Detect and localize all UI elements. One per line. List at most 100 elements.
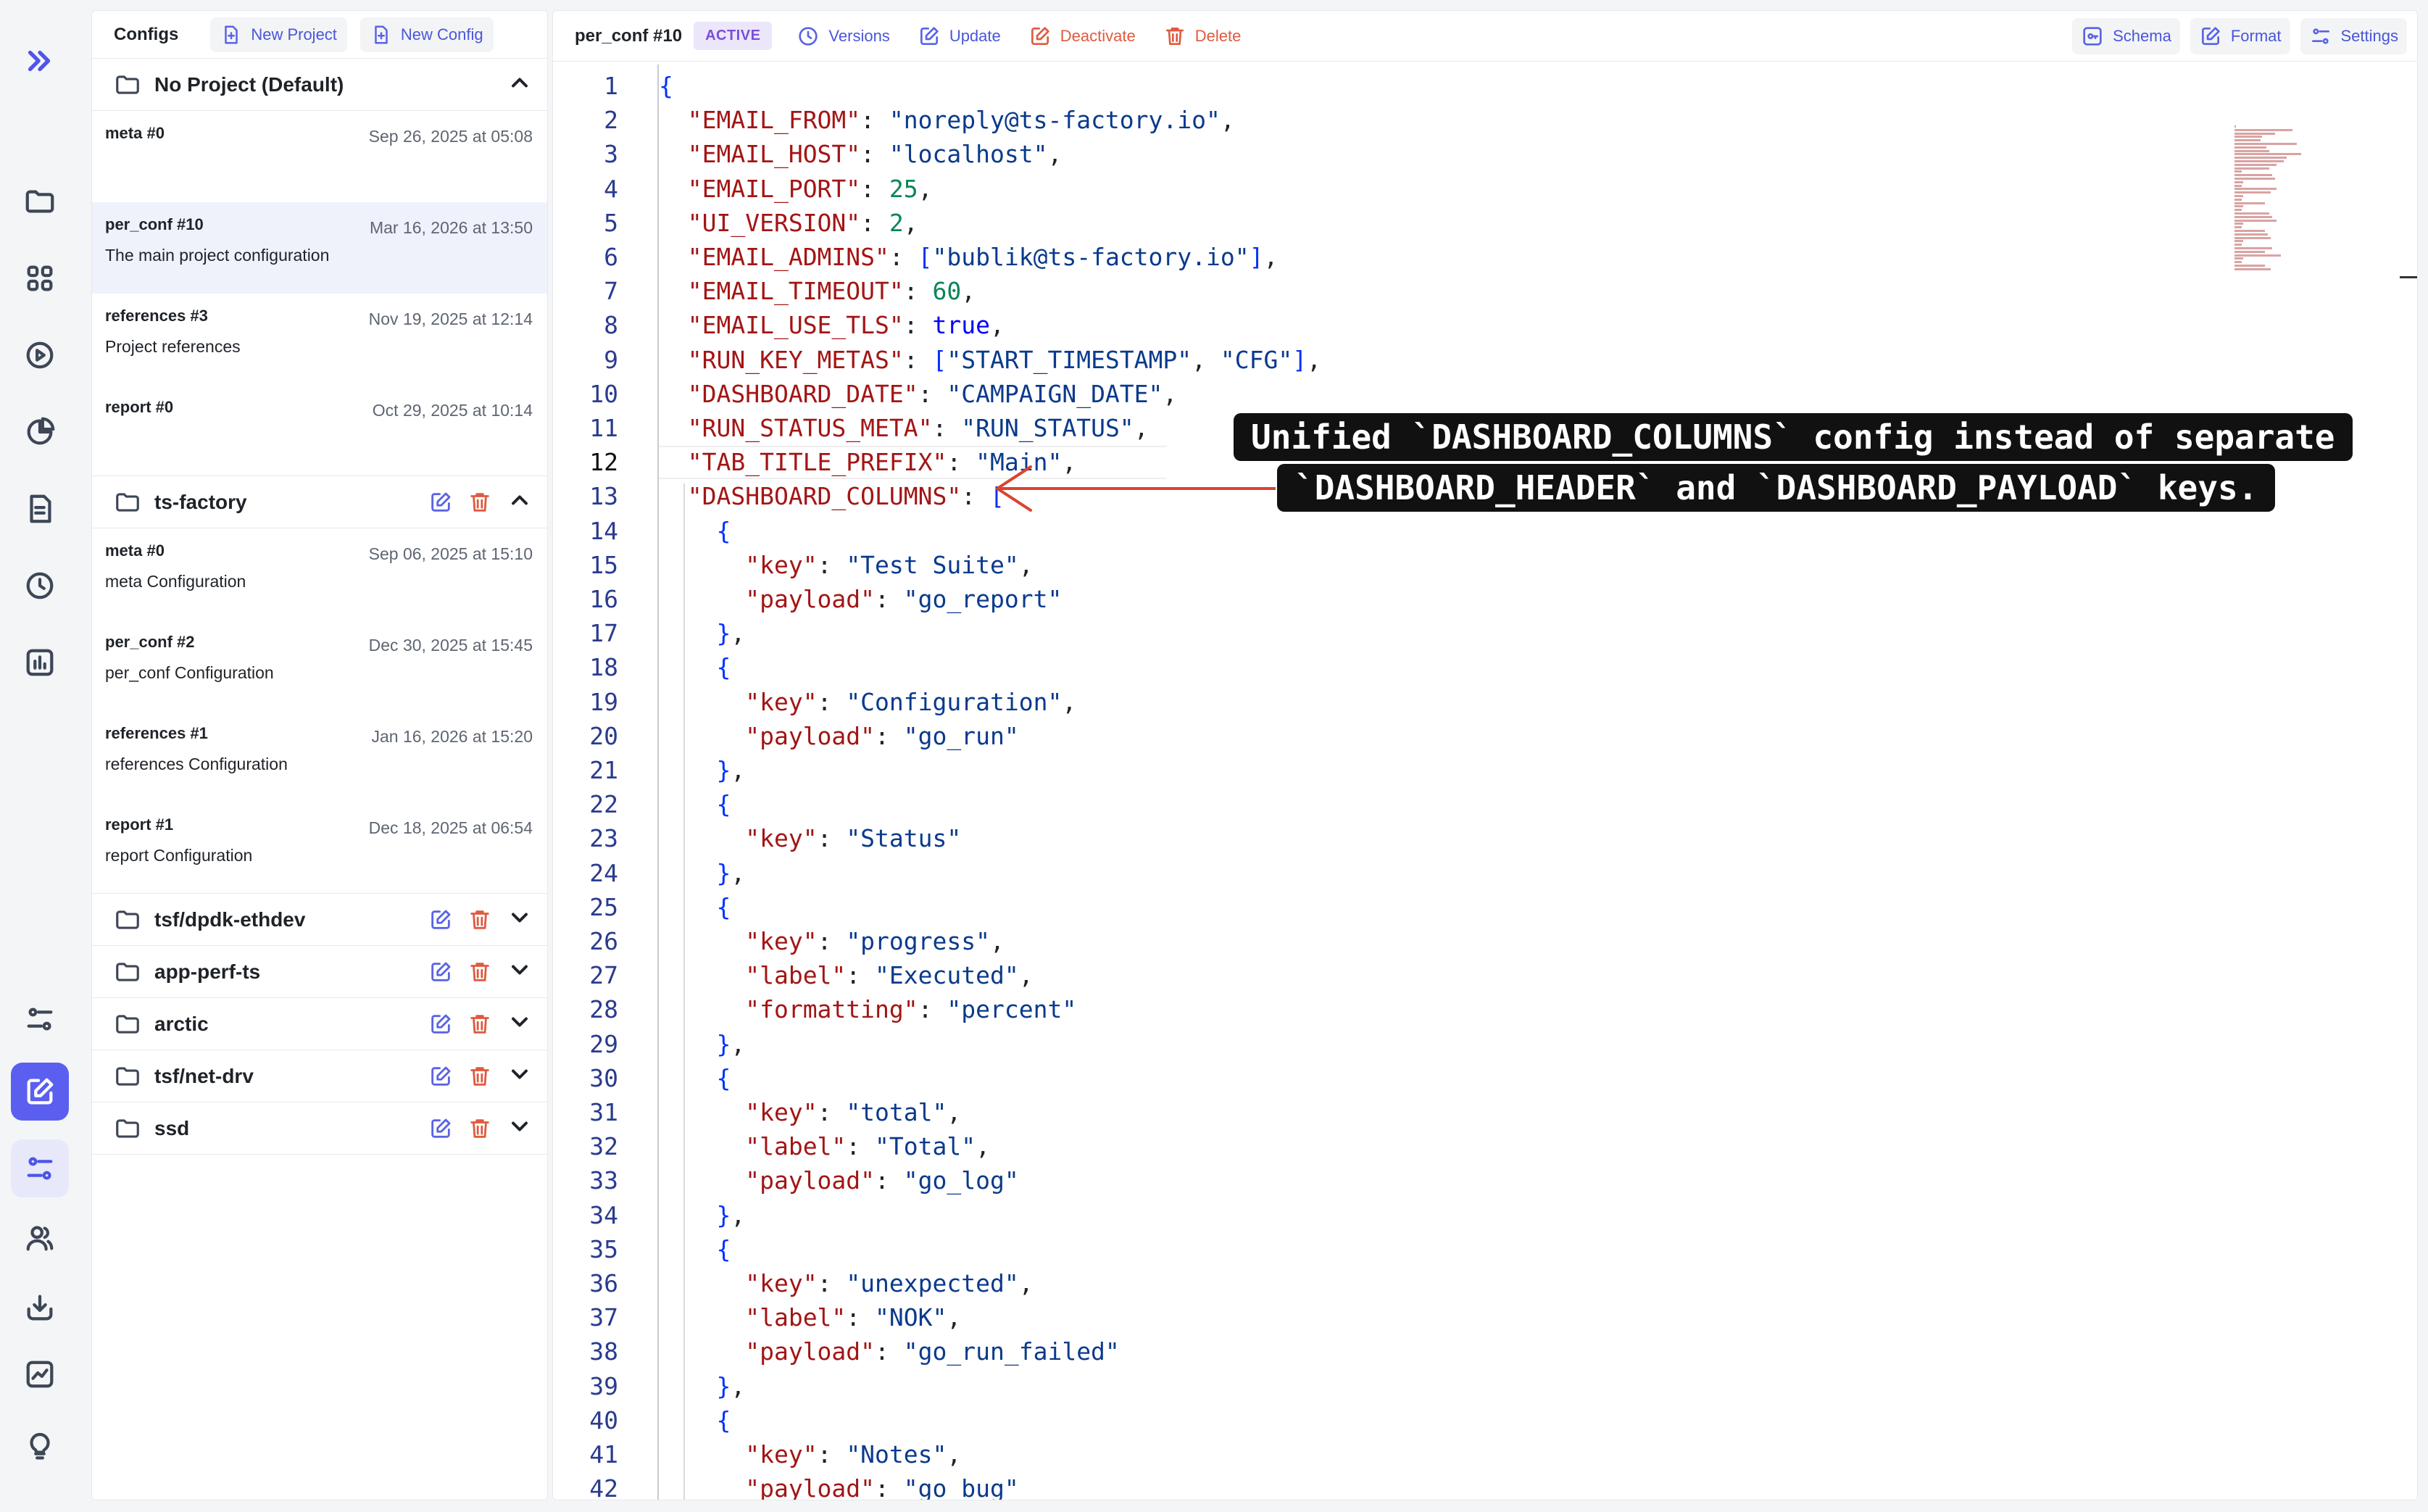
config-item-per-conf-selected[interactable]: per_conf #10 Mar 16, 2026 at 13:50 The m…: [92, 202, 547, 294]
schema-button[interactable]: Schema: [2072, 18, 2180, 54]
delete-project-button[interactable]: [467, 1064, 492, 1089]
trash-icon: [470, 1118, 489, 1138]
code-line: "payload": "go_run": [745, 721, 1019, 750]
minimap-line: [2234, 139, 2261, 142]
new-project-button[interactable]: New Project: [210, 17, 347, 52]
config-item-report[interactable]: report #1 Dec 18, 2025 at 06:54 report C…: [92, 802, 547, 894]
edit-icon: [27, 1078, 54, 1105]
line-number: 23: [589, 824, 618, 853]
scrollbar-marker[interactable]: [2400, 276, 2417, 278]
delete-project-button[interactable]: [467, 1012, 492, 1037]
expand-button[interactable]: [507, 1113, 533, 1143]
nav-config-editor-button[interactable]: [11, 1063, 69, 1121]
line-number: 6: [604, 243, 618, 271]
group-header-app-perf-ts[interactable]: app-perf-ts: [92, 946, 547, 998]
nav-dashboard-button[interactable]: [11, 249, 69, 307]
group-name: arctic: [154, 1012, 209, 1035]
config-item-references[interactable]: references #1 Jan 16, 2026 at 15:20 refe…: [92, 711, 547, 802]
expand-button[interactable]: [507, 905, 533, 934]
config-item-meta[interactable]: meta #0 Sep 06, 2025 at 15:10 meta Confi…: [92, 528, 547, 620]
minimap-line: [2234, 170, 2242, 173]
config-title: per_conf #10: [575, 25, 683, 46]
new-config-button[interactable]: New Config: [359, 17, 494, 52]
nav-history-button[interactable]: [11, 557, 69, 615]
nav-tips-button[interactable]: [11, 1418, 69, 1476]
nav-settings-button[interactable]: [11, 1139, 69, 1197]
nav-logs-button[interactable]: [11, 480, 69, 538]
minimap-line: [2234, 180, 2243, 183]
edit-project-button[interactable]: [428, 1064, 453, 1089]
code-line: "key": "Notes",: [745, 1440, 962, 1469]
collapse-button[interactable]: [507, 70, 533, 99]
config-item-report[interactable]: report #0 Oct 29, 2025 at 10:14: [92, 385, 547, 476]
update-button[interactable]: Update: [909, 18, 1010, 54]
deactivate-button[interactable]: Deactivate: [1020, 18, 1144, 54]
minimap-line: [2234, 244, 2242, 246]
delete-project-button[interactable]: [467, 907, 492, 932]
minimap-line: [2234, 236, 2271, 239]
config-description: references Configuration: [105, 755, 288, 773]
code-line: "UI_VERSION": 2,: [687, 208, 918, 237]
config-editor: per_conf #10 ACTIVE Versions Update Deac…: [552, 10, 2418, 1500]
minimap-line: [2234, 250, 2265, 253]
versions-button[interactable]: Versions: [788, 18, 898, 54]
trash-icon: [470, 910, 489, 929]
settings-button[interactable]: Settings: [2300, 18, 2407, 54]
chevron-down-icon: [512, 965, 528, 975]
code-line: "key": "unexpected",: [745, 1269, 1034, 1297]
group-header-net-drv[interactable]: tsf/net-drv: [92, 1050, 547, 1102]
group-header-arctic[interactable]: arctic: [92, 998, 547, 1050]
edit-icon: [431, 910, 451, 929]
delete-button[interactable]: Delete: [1155, 18, 1250, 54]
edit-icon: [2201, 27, 2220, 45]
nav-results-button[interactable]: [11, 403, 69, 461]
nav-preferences-button[interactable]: [11, 990, 69, 1048]
nav-users-button[interactable]: [11, 1209, 69, 1267]
minimap-line: [2234, 136, 2262, 138]
chevron-down-icon: [512, 1121, 528, 1131]
expand-button[interactable]: [507, 1061, 533, 1091]
delete-project-button[interactable]: [467, 490, 492, 515]
expand-button[interactable]: [507, 1009, 533, 1039]
expand-button[interactable]: [507, 957, 533, 986]
edit-project-button[interactable]: [428, 907, 453, 932]
line-number: 39: [589, 1371, 618, 1400]
edit-project-button[interactable]: [428, 960, 453, 984]
line-number: 1: [604, 72, 618, 100]
group-header-ts-factory[interactable]: ts-factory: [92, 476, 547, 528]
nav-projects-button[interactable]: [11, 173, 69, 230]
collapse-button[interactable]: [507, 487, 533, 517]
group-name: No Project (Default): [154, 72, 344, 96]
edit-project-button[interactable]: [428, 1116, 453, 1141]
code-line: },: [716, 1200, 746, 1229]
line-number: 36: [589, 1269, 618, 1297]
code-line: {: [716, 516, 731, 545]
nav-performance-button[interactable]: [11, 1345, 69, 1403]
json-code-area[interactable]: 1 {2 "EMAIL_FROM": "noreply@ts-factory.io…: [553, 65, 2417, 1500]
expand-sidebar-button[interactable]: [11, 32, 69, 90]
edit-project-button[interactable]: [428, 490, 453, 515]
nav-runs-button[interactable]: [11, 326, 69, 384]
config-item-references[interactable]: references #3 Nov 19, 2025 at 12:14 Proj…: [92, 294, 547, 385]
minimap-line: [2234, 125, 2236, 128]
delete-project-button[interactable]: [467, 1116, 492, 1141]
minimap-line: [2234, 261, 2242, 264]
line-number: 8: [604, 311, 618, 340]
nav-charts-button[interactable]: [11, 634, 69, 691]
config-item-meta[interactable]: meta #0 Sep 26, 2025 at 05:08: [92, 111, 547, 202]
editor-toolbar: per_conf #10 ACTIVE Versions Update Deac…: [553, 11, 2417, 62]
code-line: "RUN_KEY_METAS": ["START_TIMESTAMP", "CF…: [687, 345, 1321, 374]
format-button[interactable]: Format: [2190, 18, 2290, 54]
group-header-ssd[interactable]: ssd: [92, 1102, 547, 1155]
edit-project-button[interactable]: [428, 1012, 453, 1037]
group-header-default[interactable]: No Project (Default): [92, 59, 547, 111]
config-item-per-conf[interactable]: per_conf #2 Dec 30, 2025 at 15:45 per_co…: [92, 620, 547, 711]
line-number: 29: [589, 1029, 618, 1058]
nav-import-button[interactable]: [11, 1279, 69, 1337]
group-header-dpdk-ethdev[interactable]: tsf/dpdk-ethdev: [92, 894, 547, 946]
code-line: "DASHBOARD_DATE": "CAMPAIGN_DATE",: [687, 379, 1178, 408]
code-minimap[interactable]: [2234, 125, 2314, 278]
code-line: {: [659, 72, 673, 100]
minimap-line: [2234, 209, 2242, 212]
delete-project-button[interactable]: [467, 960, 492, 984]
